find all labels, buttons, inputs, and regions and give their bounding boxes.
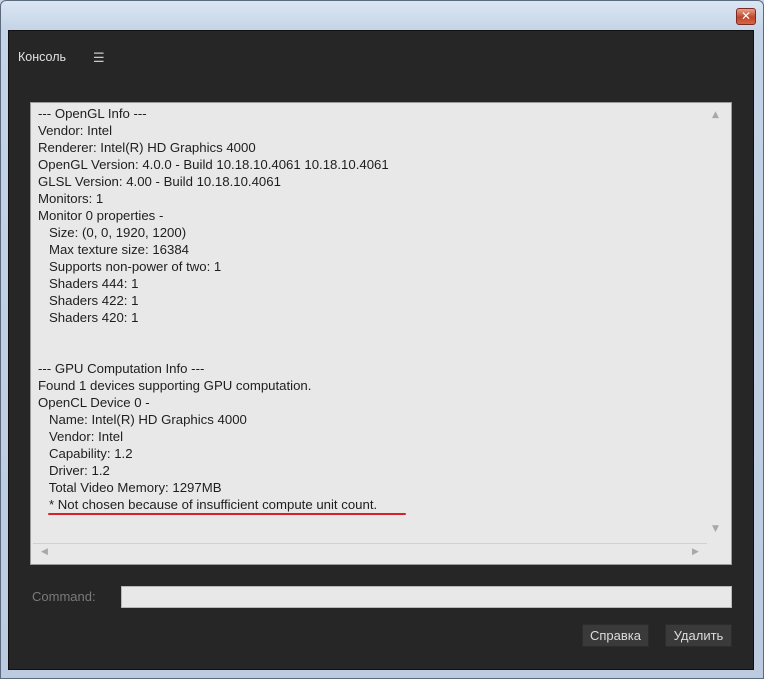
console-line: Total Video Memory: 1297MB: [38, 480, 222, 495]
console-line: Shaders 422: 1: [38, 293, 139, 308]
console-line: Capability: 1.2: [38, 446, 133, 461]
console-line: GLSL Version: 4.00 - Build 10.18.10.4061: [38, 174, 281, 189]
hamburger-menu-icon[interactable]: ☰: [93, 52, 105, 65]
console-line: Vendor: Intel: [38, 123, 113, 138]
console-line: Max texture size: 16384: [38, 242, 189, 257]
console-line: Monitors: 1: [38, 191, 104, 206]
console-line: Shaders 444: 1: [38, 276, 139, 291]
command-input[interactable]: [121, 586, 732, 608]
close-icon: ✕: [740, 9, 752, 23]
help-button[interactable]: Справка: [582, 624, 649, 647]
console-line: OpenGL Version: 4.0.0 - Build 10.18.10.4…: [38, 157, 389, 172]
console-line: Shaders 420: 1: [38, 310, 139, 325]
console-line: Vendor: Intel: [38, 429, 124, 444]
console-line: OpenCL Device 0 -: [38, 395, 150, 410]
console-line: --- OpenGL Info ---: [38, 106, 147, 121]
console-line: Renderer: Intel(R) HD Graphics 4000: [38, 140, 256, 155]
title-bar[interactable]: ✕: [0, 0, 764, 30]
console-line: * Not chosen because of insufficient com…: [38, 497, 378, 512]
panel-title: Консоль: [18, 50, 67, 64]
console-line: Size: (0, 0, 1920, 1200): [38, 225, 187, 240]
scroll-up-icon[interactable]: ▲: [712, 111, 719, 120]
horizontal-scrollbar[interactable]: ◀ ▶: [33, 543, 707, 560]
vertical-scrollbar[interactable]: ▲ ▼: [707, 107, 725, 537]
delete-button[interactable]: Удалить: [665, 624, 732, 647]
console-line: Monitor 0 properties -: [38, 208, 164, 223]
highlight-underline: [48, 513, 406, 515]
console-line: Found 1 devices supporting GPU computati…: [38, 378, 312, 393]
scroll-down-icon[interactable]: ▼: [712, 525, 719, 534]
console-line: Supports non-power of two: 1: [38, 259, 222, 274]
console-line: Driver: 1.2: [38, 463, 110, 478]
scroll-right-icon[interactable]: ▶: [692, 548, 699, 557]
console-output-text: --- OpenGL Info --- Vendor: Intel Renderer…: [38, 105, 698, 537]
console-line: --- GPU Computation Info ---: [38, 361, 205, 376]
console-line: Name: Intel(R) HD Graphics 4000: [38, 412, 247, 427]
command-label: Command:: [32, 589, 96, 604]
scroll-left-icon[interactable]: ◀: [41, 548, 48, 557]
close-button[interactable]: ✕: [736, 8, 756, 25]
